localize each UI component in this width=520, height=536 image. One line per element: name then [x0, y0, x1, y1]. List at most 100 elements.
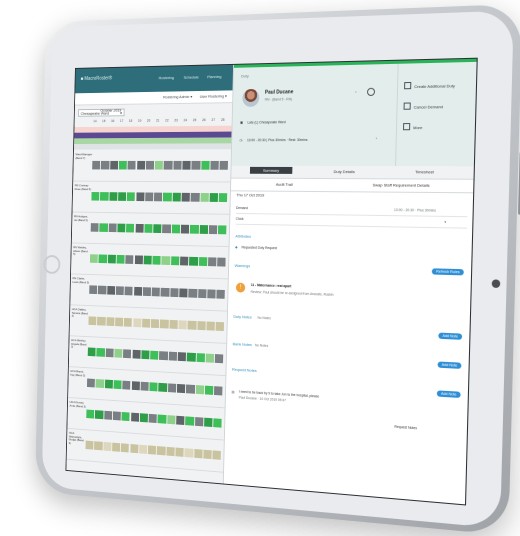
roster-shift-cell[interactable]	[188, 288, 198, 298]
roster-shift-cell[interactable]	[163, 160, 173, 170]
roster-shift-cell[interactable]	[122, 380, 131, 390]
roster-shift-cell[interactable]	[126, 192, 136, 202]
roster-shift-cell[interactable]	[154, 192, 163, 202]
roster-shift-cell[interactable]	[212, 450, 222, 460]
roster-shift-cell[interactable]	[217, 257, 227, 267]
roster-shift-cell[interactable]	[190, 224, 199, 234]
roster-shift-cell[interactable]	[96, 347, 105, 357]
roster-shift-cell[interactable]	[208, 225, 218, 235]
roster-shift-cell[interactable]	[117, 223, 126, 233]
roster-shift-cell[interactable]	[167, 383, 177, 393]
roster-shift-cell[interactable]	[86, 409, 95, 419]
roster-shift-cell[interactable]	[203, 417, 213, 428]
roster-row[interactable]: RN Hodges, Jet (Band 5)	[71, 213, 230, 248]
roster-shift-cell[interactable]	[193, 448, 203, 459]
roster-shift-cell[interactable]	[86, 378, 96, 388]
roster-shift-cell[interactable]	[129, 444, 139, 454]
roster-shift-cell[interactable]	[214, 354, 224, 364]
roster-shift-cell[interactable]	[209, 193, 219, 202]
roster-shift-cell[interactable]	[200, 160, 210, 170]
roster-shift-cell[interactable]	[135, 223, 144, 233]
roster-shift-cell[interactable]	[186, 384, 195, 394]
roster-shift-cell[interactable]	[213, 418, 223, 428]
roster-shift-cell[interactable]	[141, 318, 151, 328]
roster-shift-cell[interactable]	[197, 289, 207, 299]
roster-shift-cell[interactable]	[148, 413, 158, 424]
roster-shift-cell[interactable]	[170, 256, 180, 266]
roster-shift-cell[interactable]	[184, 448, 194, 458]
roster-shift-cell[interactable]	[127, 160, 137, 170]
roster-shift-cell[interactable]	[145, 160, 155, 170]
roster-shift-cell[interactable]	[157, 414, 167, 424]
tab-user-rostering[interactable]: User Rostering ▾	[200, 93, 227, 98]
roster-shift-cell[interactable]	[136, 160, 146, 170]
roster-shift-cell[interactable]	[106, 285, 116, 295]
roster-shift-cell[interactable]	[91, 192, 100, 201]
roster-shift-cell[interactable]	[186, 352, 196, 362]
clock-icon[interactable]	[366, 87, 376, 97]
roster-shift-cell[interactable]	[207, 257, 217, 267]
roster-shift-cell[interactable]	[89, 254, 99, 263]
more-button[interactable]: More	[402, 123, 423, 131]
roster-shift-cell[interactable]	[118, 160, 128, 170]
roster-shift-cell[interactable]	[131, 381, 140, 391]
roster-shift-cell[interactable]	[158, 382, 168, 392]
roster-shift-cell[interactable]	[98, 285, 107, 295]
roster-shift-cell[interactable]	[179, 288, 188, 298]
roster-shift-cell[interactable]	[177, 352, 187, 362]
roster-shift-cell[interactable]	[198, 257, 208, 267]
roster-shift-cell[interactable]	[181, 192, 191, 202]
roster-shift-cell[interactable]	[173, 160, 182, 170]
roster-shift-cell[interactable]	[113, 380, 122, 390]
roster-shift-cell[interactable]	[89, 285, 98, 295]
roster-shift-cell[interactable]	[112, 442, 121, 452]
cancel-demand-button[interactable]: Cancel Demand	[403, 102, 444, 110]
roster-row[interactable]: RN Conway Rose (Band 5)	[72, 182, 231, 215]
nav-item-schedule[interactable]: Schedule	[184, 75, 199, 80]
roster-shift-cell[interactable]	[116, 254, 125, 264]
roster-shift-cell[interactable]	[215, 321, 225, 332]
roster-shift-cell[interactable]	[168, 351, 178, 361]
roster-shift-cell[interactable]	[170, 288, 179, 298]
tab-timesheet[interactable]: Timesheet	[415, 169, 434, 174]
chevron-right-icon[interactable]: ›	[376, 136, 377, 141]
roster-shift-cell[interactable]	[109, 192, 118, 201]
roster-shift-cell[interactable]	[166, 415, 176, 425]
roster-shift-cell[interactable]	[169, 319, 178, 329]
roster-shift-cell[interactable]	[105, 348, 114, 358]
roster-shift-cell[interactable]	[103, 441, 112, 452]
roster-shift-cell[interactable]	[114, 317, 124, 327]
roster-shift-cell[interactable]	[219, 160, 229, 170]
roster-shift-cell[interactable]	[205, 353, 215, 363]
roster-shift-cell[interactable]	[160, 319, 169, 329]
roster-shift-cell[interactable]	[150, 350, 159, 360]
roster-shift-cell[interactable]	[185, 416, 194, 426]
roster-shift-cell[interactable]	[154, 160, 164, 170]
nav-item-rostering[interactable]: Rostering	[159, 75, 174, 80]
roster-shift-cell[interactable]	[150, 319, 160, 329]
add-duty-note-button[interactable]: Add Note	[438, 332, 463, 340]
roster-row[interactable]: Ward Manager (Band 7)	[73, 151, 231, 183]
roster-shift-cell[interactable]	[143, 255, 152, 265]
roster-shift-cell[interactable]	[139, 413, 149, 423]
roster-shift-cell[interactable]	[108, 223, 117, 233]
roster-shift-cell[interactable]	[157, 446, 166, 456]
roster-shift-cell[interactable]	[117, 192, 127, 201]
roster-shift-cell[interactable]	[123, 317, 133, 327]
roster-shift-cell[interactable]	[92, 160, 101, 170]
chevron-right-icon[interactable]: ›	[355, 89, 356, 94]
roster-shift-cell[interactable]	[133, 286, 143, 296]
roster-shift-cell[interactable]	[109, 160, 119, 170]
roster-shift-cell[interactable]	[180, 256, 189, 266]
roster-shift-cell[interactable]	[87, 347, 96, 357]
roster-shift-cell[interactable]	[197, 321, 206, 331]
roster-row[interactable]: RN Webley, Alison (Band 5)	[70, 244, 229, 280]
roster-shift-cell[interactable]	[99, 223, 108, 232]
roster-shift-cell[interactable]	[104, 379, 113, 389]
roster-shift-cell[interactable]	[210, 160, 219, 170]
roster-shift-cell[interactable]	[190, 192, 200, 202]
roster-shift-cell[interactable]	[142, 287, 152, 297]
roster-row[interactable]: RN Clarke, Louis (Band 5)	[70, 275, 228, 312]
roster-shift-cell[interactable]	[151, 287, 161, 297]
roster-shift-cell[interactable]	[182, 160, 191, 170]
